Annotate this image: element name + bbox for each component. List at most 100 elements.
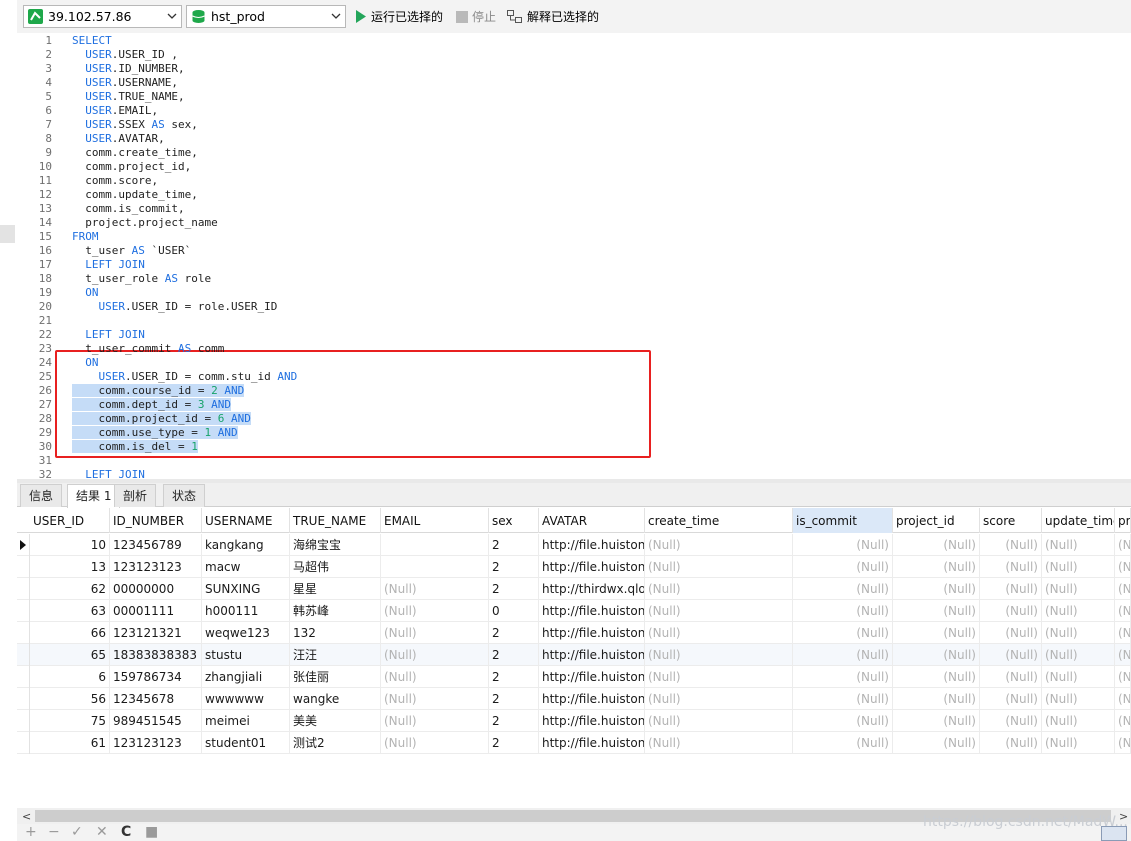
table-cell[interactable]: http://file.huistone — [539, 688, 645, 710]
table-row[interactable]: 75 989451545 meimei 美美 (Null) 2 http://file.hu… — [17, 710, 1131, 732]
table-cell[interactable]: macw — [202, 556, 290, 578]
table-cell[interactable]: http://file.huistone — [539, 534, 645, 556]
table-cell[interactable]: 00001111 — [110, 600, 202, 622]
table-cell[interactable]: 10 — [30, 534, 110, 556]
table-cell[interactable]: (Null) — [893, 688, 980, 710]
row-header[interactable] — [17, 688, 30, 710]
table-row[interactable]: 56 12345678 wwwwww wangke (Null) 2 http://file… — [17, 688, 1131, 710]
table-cell[interactable]: wangke — [290, 688, 381, 710]
table-cell[interactable]: (Null) — [645, 556, 793, 578]
table-cell[interactable]: (Null) — [645, 666, 793, 688]
table-cell[interactable]: (Null) — [980, 688, 1042, 710]
table-cell[interactable]: (Null) — [381, 710, 489, 732]
table-cell[interactable]: (Null) — [980, 732, 1042, 754]
table-row[interactable]: 62 00000000 SUNXING 星星 (Null) 2 http://thirdwx… — [17, 578, 1131, 600]
table-cell[interactable]: 65 — [30, 644, 110, 666]
table-cell[interactable]: 张佳丽 — [290, 666, 381, 688]
table-cell[interactable]: (Null) — [793, 534, 893, 556]
table-cell[interactable]: http://file.huistone — [539, 644, 645, 666]
table-cell[interactable]: 123456789 — [110, 534, 202, 556]
table-cell[interactable]: meimei — [202, 710, 290, 732]
table-cell[interactable]: wwwwww — [202, 688, 290, 710]
table-cell[interactable]: http://file.huistone — [539, 666, 645, 688]
table-cell[interactable] — [381, 556, 489, 578]
tab-profile[interactable]: 剖析 — [114, 484, 157, 507]
table-cell[interactable]: (Null) — [793, 732, 893, 754]
table-cell[interactable]: (Null) — [893, 666, 980, 688]
table-cell[interactable]: 测试2 — [290, 732, 381, 754]
table-row[interactable]: 63 00001111 h000111 韩苏峰 (Null) 0 http://file.h… — [17, 600, 1131, 622]
table-cell[interactable]: (Null) — [980, 556, 1042, 578]
table-cell[interactable]: 61 — [30, 732, 110, 754]
table-cell[interactable]: (Null) — [980, 666, 1042, 688]
row-header[interactable] — [17, 600, 30, 622]
table-row[interactable]: 10 123456789 kangkang 海绵宝宝 2 http://file.huis… — [17, 534, 1131, 556]
table-cell[interactable]: (Null) — [793, 622, 893, 644]
table-cell[interactable]: (Null) — [645, 578, 793, 600]
table-cell[interactable]: (Null) — [1042, 556, 1115, 578]
row-header[interactable] — [17, 732, 30, 754]
table-cell[interactable]: (Null) — [793, 556, 893, 578]
table-cell[interactable]: 63 — [30, 600, 110, 622]
table-cell[interactable]: http://file.huistone — [539, 710, 645, 732]
column-header[interactable]: USERNAME — [202, 508, 290, 533]
table-cell[interactable]: (Null) — [980, 578, 1042, 600]
table-cell[interactable]: (Null) — [893, 600, 980, 622]
left-splitter-handle[interactable] — [0, 225, 15, 243]
column-header[interactable]: update_time — [1042, 508, 1115, 533]
column-header[interactable]: pr — [1115, 508, 1131, 533]
table-cell[interactable]: 62 — [30, 578, 110, 600]
table-cell[interactable]: (N — [1115, 644, 1131, 666]
table-row[interactable]: 13 123123123 macw 马超伟 2 http://file.huistone(… — [17, 556, 1131, 578]
table-cell[interactable]: 18383838383 — [110, 644, 202, 666]
sql-editor[interactable]: 1 SELECT 2 USER.USER_ID ,3 USER.ID_NUMBER,… — [17, 33, 1131, 479]
table-cell[interactable]: 75 — [30, 710, 110, 732]
table-cell[interactable]: (N — [1115, 710, 1131, 732]
row-header[interactable] — [17, 556, 30, 578]
column-header[interactable]: ID_NUMBER — [110, 508, 202, 533]
table-cell[interactable]: (Null) — [381, 600, 489, 622]
row-header[interactable] — [17, 578, 30, 600]
result-grid[interactable]: USER_ID ID_NUMBER USERNAME TRUE_NAME EMAIL se… — [17, 508, 1131, 808]
run-selected-button[interactable]: 运行已选择的 — [355, 8, 443, 25]
column-header[interactable]: score — [980, 508, 1042, 533]
add-record-icon[interactable]: + — [25, 824, 37, 841]
table-cell[interactable]: (Null) — [893, 556, 980, 578]
table-cell[interactable]: 13 — [30, 556, 110, 578]
table-cell[interactable]: (N — [1115, 732, 1131, 754]
table-cell[interactable]: 汪汪 — [290, 644, 381, 666]
table-cell[interactable]: (Null) — [793, 600, 893, 622]
grid-view-icon[interactable] — [1101, 826, 1127, 841]
table-cell[interactable]: (Null) — [645, 688, 793, 710]
table-cell[interactable]: 00000000 — [110, 578, 202, 600]
table-cell[interactable]: 星星 — [290, 578, 381, 600]
table-cell[interactable]: (Null) — [1042, 622, 1115, 644]
table-cell[interactable]: (Null) — [381, 622, 489, 644]
column-header[interactable]: TRUE_NAME — [290, 508, 381, 533]
table-cell[interactable]: (Null) — [793, 710, 893, 732]
table-cell[interactable]: 56 — [30, 688, 110, 710]
table-cell[interactable]: (Null) — [645, 622, 793, 644]
table-cell[interactable]: (Null) — [980, 534, 1042, 556]
column-header[interactable]: is_commit — [793, 508, 893, 533]
table-cell[interactable]: zhangjiali — [202, 666, 290, 688]
stop-button[interactable]: 停止 — [456, 8, 496, 25]
table-cell[interactable]: 66 — [30, 622, 110, 644]
table-cell[interactable]: (Null) — [645, 732, 793, 754]
table-cell[interactable]: (N — [1115, 534, 1131, 556]
table-cell[interactable]: h000111 — [202, 600, 290, 622]
table-cell[interactable]: (Null) — [1042, 710, 1115, 732]
table-cell[interactable]: (Null) — [893, 710, 980, 732]
table-cell[interactable]: (Null) — [793, 644, 893, 666]
table-cell[interactable]: 2 — [489, 644, 539, 666]
table-cell[interactable]: stustu — [202, 644, 290, 666]
table-cell[interactable]: 韩苏峰 — [290, 600, 381, 622]
table-cell[interactable]: SUNXING — [202, 578, 290, 600]
table-cell[interactable]: (Null) — [793, 666, 893, 688]
table-cell[interactable]: (N — [1115, 666, 1131, 688]
discard-changes-icon[interactable]: ✕ — [96, 824, 108, 841]
table-cell[interactable]: http://file.huistone — [539, 556, 645, 578]
table-cell[interactable]: 159786734 — [110, 666, 202, 688]
table-cell[interactable]: (Null) — [893, 622, 980, 644]
table-cell[interactable]: (Null) — [793, 688, 893, 710]
